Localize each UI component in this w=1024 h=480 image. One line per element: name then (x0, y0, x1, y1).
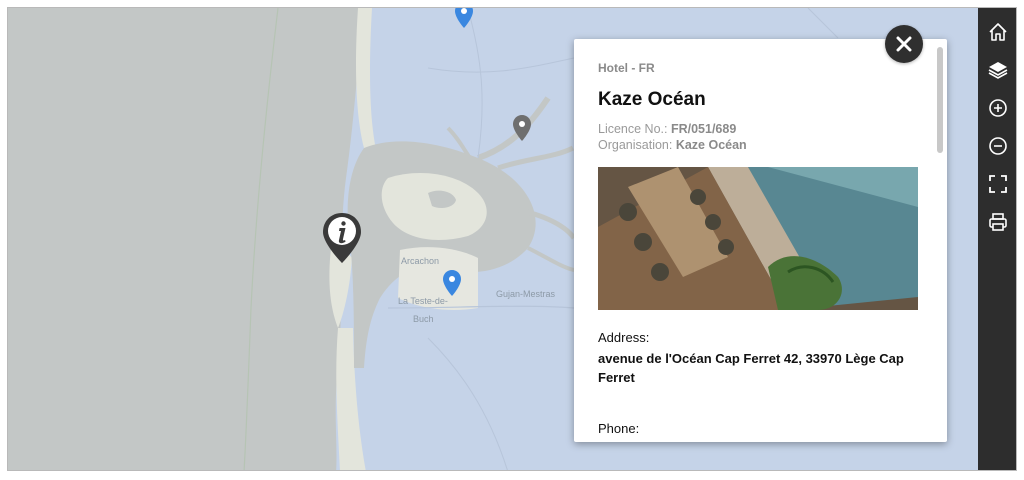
popup-content[interactable]: Hotel - FR Kaze Océan Licence No.: FR/05… (574, 39, 933, 442)
popup-scrollbar-thumb[interactable] (937, 47, 943, 153)
map-marker-blue[interactable] (443, 270, 461, 296)
app-frame: Arcachon La Teste-de- Buch Gujan-Mestras… (7, 7, 1017, 471)
plus-circle-icon (989, 99, 1007, 117)
close-icon (896, 36, 912, 52)
organisation-line: Organisation: Kaze Océan (598, 137, 933, 153)
licence-label: Licence No.: (598, 122, 671, 136)
map-toolbar (978, 8, 1016, 470)
address-label: Address: (598, 330, 650, 345)
popup-scrollbar[interactable] (937, 47, 943, 434)
print-icon (989, 213, 1007, 231)
licence-line: Licence No.: FR/051/689 (598, 121, 933, 137)
minus-circle-icon (989, 137, 1007, 155)
organisation-value: Kaze Océan (675, 138, 747, 152)
home-icon (989, 23, 1007, 41)
popup-title: Kaze Océan (598, 89, 706, 110)
close-popup-button[interactable] (885, 25, 923, 63)
place-label-arcachon: Arcachon (401, 256, 440, 266)
print-button[interactable] (984, 208, 1012, 236)
map-marker-gray[interactable] (513, 115, 531, 141)
place-label-buch: Buch (413, 314, 434, 324)
info-marker-icon[interactable] (321, 211, 363, 265)
place-label-gujan: Gujan-Mestras (496, 289, 556, 299)
popup-category: Hotel - FR (598, 61, 655, 75)
licence-value: FR/051/689 (670, 122, 737, 136)
zoom-in-button[interactable] (984, 94, 1012, 122)
zoom-out-button[interactable] (984, 132, 1012, 160)
place-label-la-teste: La Teste-de- (398, 296, 448, 306)
location-popup: Hotel - FR Kaze Océan Licence No.: FR/05… (574, 39, 947, 442)
hotel-photo (598, 167, 918, 310)
organisation-label: Organisation: (598, 138, 676, 152)
layers-icon (988, 62, 1008, 79)
phone-label: Phone: (598, 421, 640, 436)
home-button[interactable] (984, 18, 1012, 46)
layers-button[interactable] (984, 56, 1012, 84)
address-value: avenue de l'Océan Cap Ferret 42, 33970 L… (598, 351, 904, 385)
fullscreen-icon (989, 175, 1007, 193)
fullscreen-button[interactable] (984, 170, 1012, 198)
map-marker-blue[interactable] (455, 8, 473, 28)
